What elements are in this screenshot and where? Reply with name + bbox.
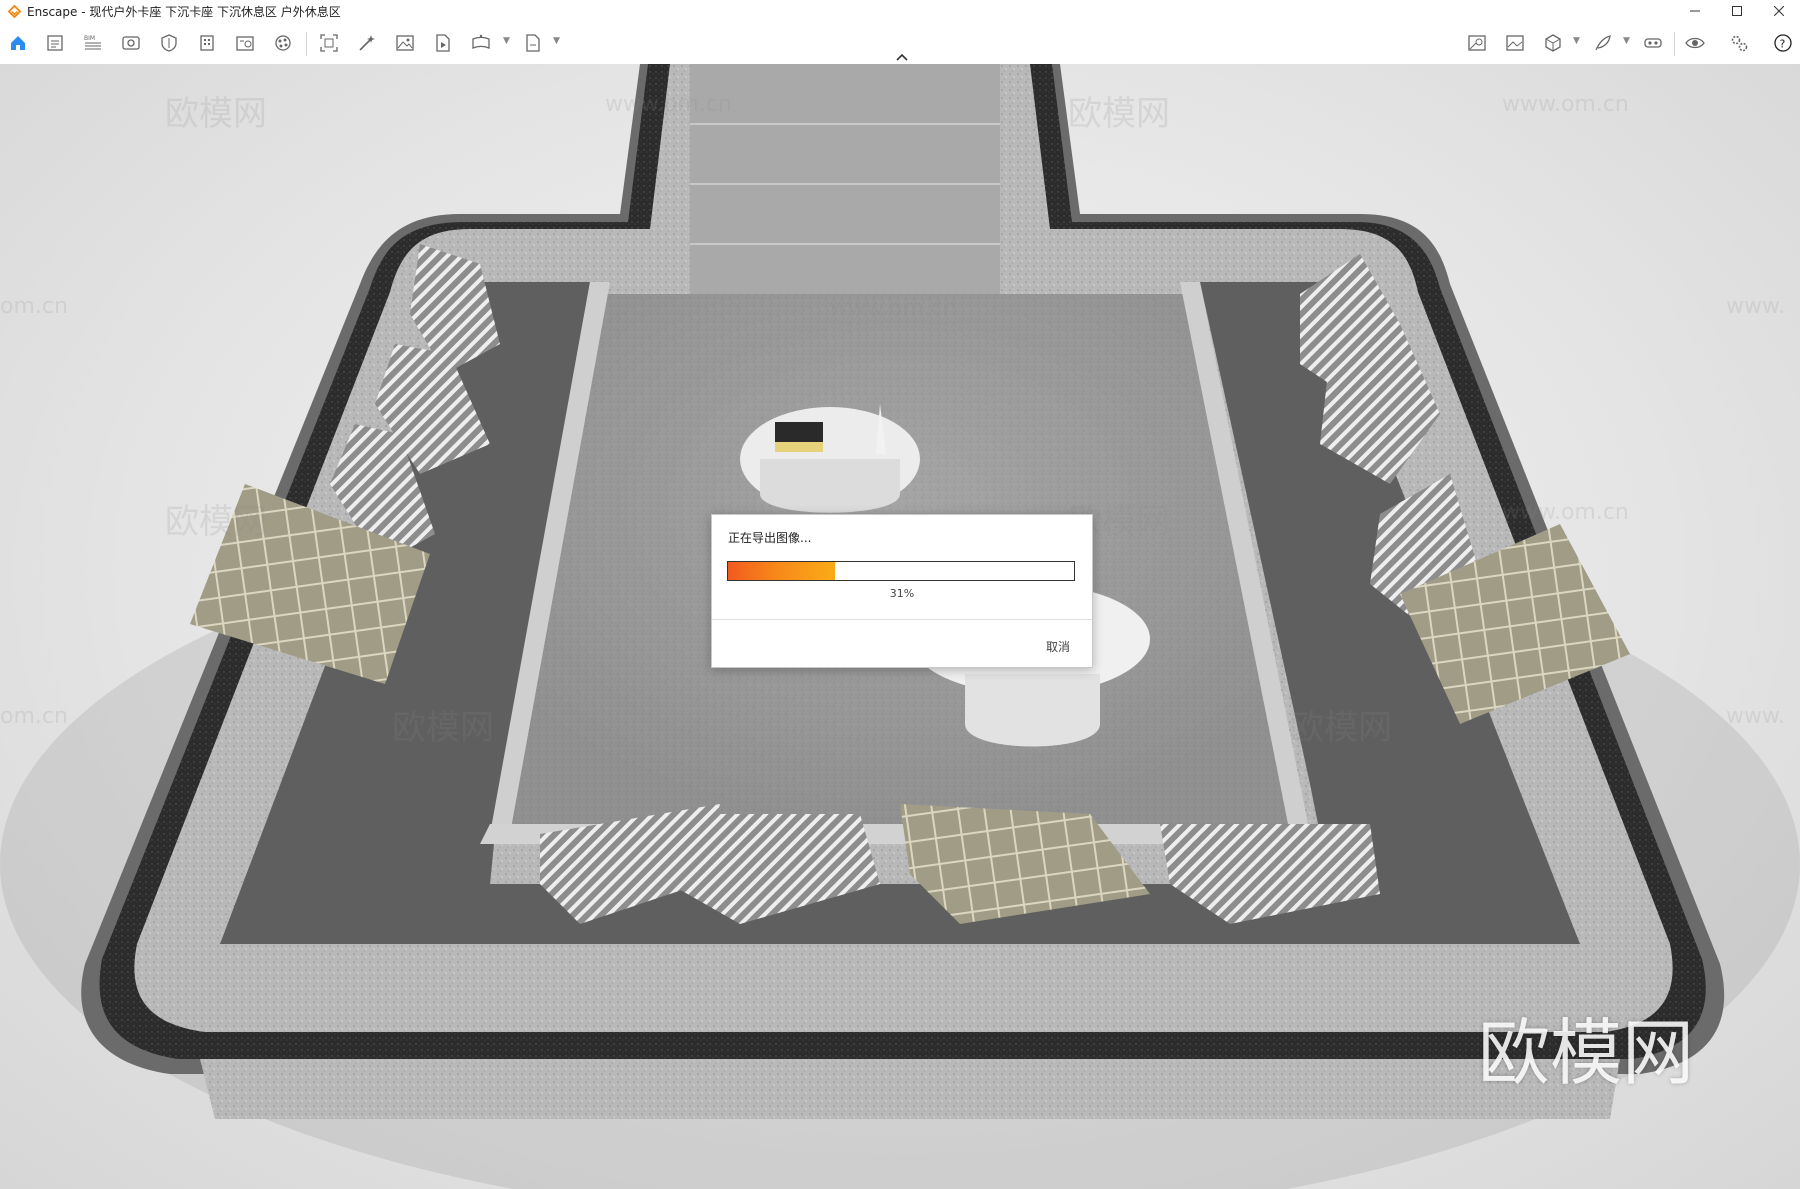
eye-icon[interactable] <box>1684 32 1706 54</box>
watermark-text: 欧模网 <box>392 708 494 748</box>
minimize-button[interactable] <box>1674 0 1716 22</box>
home-icon[interactable] <box>7 32 29 54</box>
dialog-divider <box>712 619 1092 620</box>
watermark-text: www.om.cn <box>605 92 732 117</box>
chevron-down-icon[interactable]: ▼ <box>1623 36 1630 46</box>
svg-text:?: ? <box>1780 38 1786 51</box>
bim-icon[interactable]: BIM <box>82 32 104 54</box>
watermark-text: www. <box>1726 704 1785 729</box>
chevron-down-icon[interactable]: ▼ <box>503 36 510 46</box>
toolbar-separator <box>1674 32 1675 56</box>
watermark-text: 欧模网 <box>165 94 267 134</box>
panorama-icon[interactable] <box>470 32 492 54</box>
video-file-icon[interactable] <box>432 32 454 54</box>
shield-icon[interactable] <box>158 32 180 54</box>
dialog-title: 正在导出图像... <box>728 531 812 545</box>
export-progress-dialog: 正在导出图像... 31% 取消 <box>711 514 1093 668</box>
watermark-text: www. <box>1726 294 1785 319</box>
watermark-text: 欧模网 <box>1290 708 1392 748</box>
map-icon[interactable] <box>1466 32 1488 54</box>
gallery-icon[interactable] <box>1504 32 1526 54</box>
collapse-toolbar-chevron-icon[interactable] <box>894 48 910 61</box>
export-progress-bar <box>727 561 1075 581</box>
brand-watermark: 欧模网 <box>1478 1011 1695 1095</box>
window-title: Enscape - 现代户外卡座 下沉卡座 下沉休息区 户外休息区 <box>27 4 341 19</box>
cancel-button[interactable]: 取消 <box>1038 635 1078 658</box>
asset-library-icon[interactable] <box>234 32 256 54</box>
title-bar: Enscape - 现代户外卡座 下沉卡座 下沉休息区 户外休息区 <box>0 0 1800 22</box>
watermark-text: www.om.cn <box>1502 92 1629 117</box>
watermark-text: 欧模网 <box>165 502 267 542</box>
help-icon[interactable]: ? <box>1772 32 1794 54</box>
settings-gears-icon[interactable] <box>1728 32 1750 54</box>
magic-wand-icon[interactable] <box>356 32 378 54</box>
watermark-text: om.cn <box>0 704 68 729</box>
watermark-text: om.cn <box>0 294 68 319</box>
export-file-icon[interactable] <box>522 32 544 54</box>
view-icon[interactable] <box>120 32 142 54</box>
bim-icon-label: BIM <box>84 35 95 42</box>
enscape-logo-icon <box>7 4 22 18</box>
maximize-button[interactable] <box>1716 0 1758 22</box>
progress-fill <box>728 562 836 580</box>
watermark-text: 欧模网 <box>1068 94 1170 134</box>
chevron-down-icon[interactable]: ▼ <box>553 36 560 46</box>
cube-icon[interactable] <box>1542 32 1564 54</box>
building-icon[interactable] <box>196 32 218 54</box>
vr-headset-icon[interactable] <box>1642 32 1664 54</box>
chevron-down-icon[interactable]: ▼ <box>1573 36 1580 46</box>
watermark-text: www.om.cn <box>1502 500 1629 525</box>
material-icon[interactable] <box>272 32 294 54</box>
image-icon[interactable] <box>394 32 416 54</box>
toolbar-separator <box>306 32 307 56</box>
screenshot-icon[interactable] <box>318 32 340 54</box>
close-button[interactable] <box>1758 0 1800 22</box>
feather-icon[interactable] <box>1592 32 1614 54</box>
progress-percent-label: 31% <box>889 587 915 600</box>
watermark-text: www.om.cn <box>830 296 957 321</box>
document-icon[interactable] <box>44 32 66 54</box>
